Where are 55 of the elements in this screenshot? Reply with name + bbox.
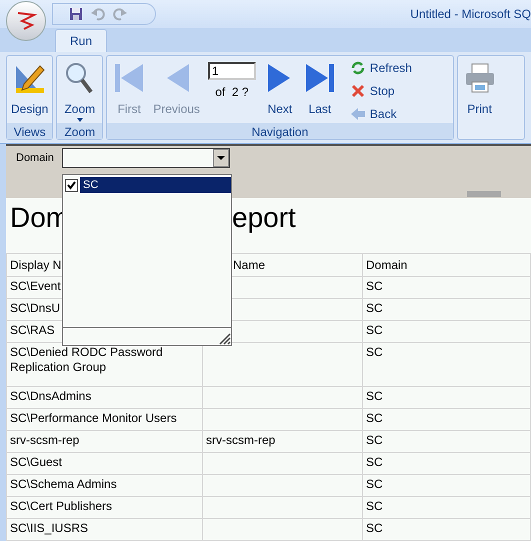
- redo-icon: [113, 7, 127, 21]
- page-number-field[interactable]: 1: [208, 62, 256, 80]
- table-cell: SC: [362, 430, 530, 452]
- window-title: Untitled - Microsoft SQ: [410, 6, 531, 23]
- save-icon: [69, 7, 83, 21]
- column-header: Domain: [362, 254, 530, 276]
- refresh-button[interactable]: Refresh: [350, 59, 412, 77]
- table-cell: SC: [362, 386, 530, 408]
- group-label: Zoom: [57, 123, 102, 139]
- group-label: Navigation: [107, 123, 453, 139]
- first-icon: [113, 62, 146, 94]
- table-cell: SC: [362, 474, 530, 496]
- table-cell: SC\Performance Monitor Users: [6, 408, 202, 430]
- last-button[interactable]: Last: [300, 56, 340, 123]
- table-cell: SC\Guest: [6, 452, 202, 474]
- design-button[interactable]: Design: [7, 56, 52, 118]
- table-cell: SC: [362, 320, 530, 342]
- report-title: eport: [232, 201, 296, 235]
- table-cell: srv-scsm-rep: [6, 430, 202, 452]
- stop-button[interactable]: Stop: [350, 82, 412, 100]
- table-cell: SC: [362, 518, 530, 540]
- parameter-label: Domain: [16, 151, 55, 166]
- save-button[interactable]: [69, 7, 83, 21]
- table-cell: SC\DnsAdmins: [6, 386, 202, 408]
- back-button[interactable]: Back: [350, 105, 412, 123]
- page-count: of 2 ?: [215, 84, 249, 101]
- dropdown-option[interactable]: SC: [80, 177, 231, 193]
- next-button[interactable]: Next: [260, 56, 300, 123]
- table-cell: SC\IIS_IUSRS: [6, 518, 202, 540]
- table-cell: SC\Cert Publishers: [6, 496, 202, 518]
- checkbox[interactable]: [65, 178, 78, 192]
- undo-icon: [91, 7, 105, 21]
- table-cell: SC: [362, 298, 530, 320]
- table-cell: SC: [362, 276, 530, 298]
- caret-icon: [217, 156, 225, 160]
- app-orb-button[interactable]: [6, 1, 46, 41]
- zoom-button[interactable]: Zoom: [60, 56, 100, 118]
- print-button[interactable]: Print: [460, 56, 500, 118]
- printer-icon: [464, 62, 496, 94]
- table-cell: SC: [362, 342, 530, 386]
- refresh-icon: [350, 60, 366, 76]
- ribbon-tab[interactable]: Run: [55, 29, 108, 52]
- close-icon: [350, 83, 366, 99]
- group-label: Views: [7, 123, 52, 139]
- table-cell: SC\Schema Admins: [6, 474, 202, 496]
- table-cell: srv-scsm-rep: [202, 430, 362, 452]
- dropdown-arrow-button[interactable]: [213, 149, 229, 167]
- last-icon: [304, 62, 336, 94]
- table-cell: SC: [362, 408, 530, 430]
- table-cell: SC: [362, 452, 530, 474]
- resize-grip-icon[interactable]: [217, 331, 231, 345]
- domain-dropdown[interactable]: [62, 148, 230, 168]
- collapse-handle[interactable]: [467, 191, 501, 197]
- left-arrow-icon: [350, 106, 366, 122]
- table-cell: SC: [362, 496, 530, 518]
